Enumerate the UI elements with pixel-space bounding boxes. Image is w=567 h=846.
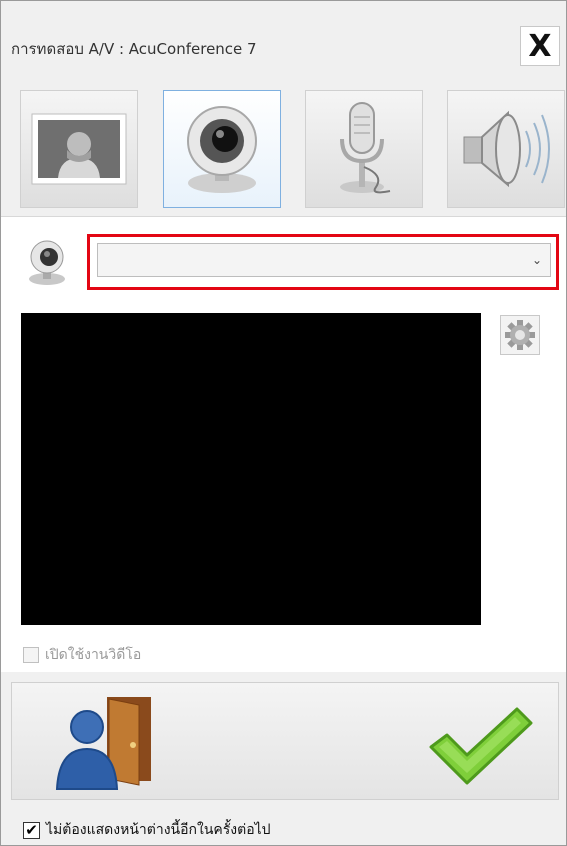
speaker-icon — [463, 110, 550, 188]
webcam-icon — [187, 106, 257, 193]
gear-icon — [505, 320, 535, 350]
enable-video-checkbox[interactable] — [23, 647, 39, 663]
chevron-down-icon: ⌄ — [531, 253, 542, 267]
dont-show-label: ไม่ต้องแสดงหน้าต่างนี้อีกในครั้งต่อไป — [46, 822, 271, 838]
exit-button[interactable] — [49, 693, 159, 793]
checkmark-icon — [429, 707, 533, 785]
person-portrait-icon — [31, 113, 127, 185]
webcam-small-icon — [23, 237, 79, 289]
exit-door-icon — [55, 697, 151, 790]
tab-speaker[interactable] — [447, 90, 565, 208]
microphone-icon — [340, 102, 391, 194]
dont-show-row: ✔ ไม่ต้องแสดงหน้าต่างนี้อีกในครั้งต่อไป — [23, 819, 271, 841]
ok-button[interactable] — [425, 701, 535, 791]
window-title: การทดสอบ A/V : AcuConference 7 — [11, 40, 257, 58]
av-test-window: การทดสอบ A/V : AcuConference 7 X ⌄ เปิดใ… — [0, 0, 567, 846]
dont-show-checkbox[interactable]: ✔ — [23, 820, 40, 839]
enable-video-row: เปิดใช้งานวิดีโอ — [23, 645, 141, 665]
device-tabs — [20, 90, 565, 208]
tab-display[interactable] — [20, 90, 138, 208]
camera-device-select[interactable]: ⌄ — [97, 243, 551, 277]
enable-video-label: เปิดใช้งานวิดีโอ — [45, 647, 142, 663]
checkmark-glyph-icon: ✔ — [25, 820, 38, 839]
title-bar: การทดสอบ A/V : AcuConference 7 X — [1, 1, 566, 81]
close-button[interactable]: X — [520, 26, 560, 66]
video-preview — [21, 313, 481, 625]
tab-microphone[interactable] — [305, 90, 423, 208]
camera-settings-button[interactable] — [500, 315, 540, 355]
tab-webcam[interactable] — [163, 90, 281, 208]
